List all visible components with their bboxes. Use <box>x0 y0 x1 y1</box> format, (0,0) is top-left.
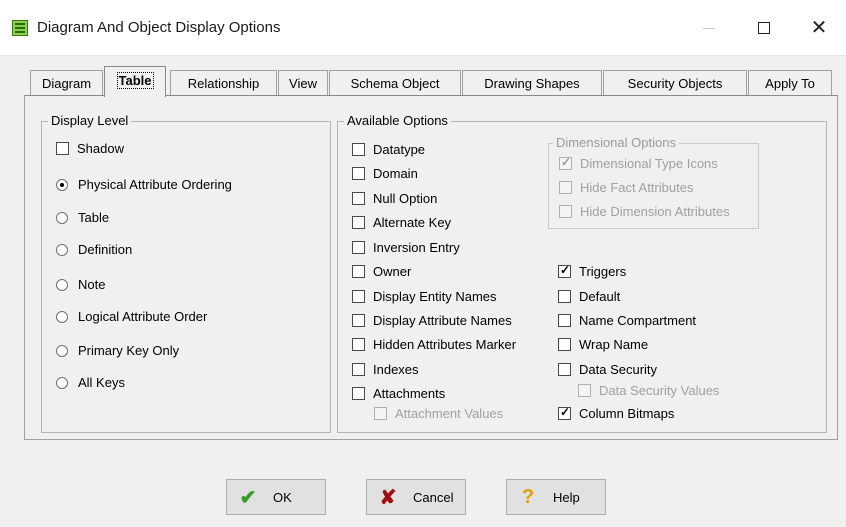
domain-checkbox[interactable]: Domain <box>352 166 418 181</box>
shadow-checkbox[interactable]: Shadow <box>56 141 124 156</box>
alternate-key-checkbox[interactable]: Alternate Key <box>352 215 451 230</box>
indexes-checkbox[interactable]: Indexes <box>352 362 419 377</box>
check-icon: ✔ <box>239 486 257 509</box>
attachment-values-checkbox[interactable]: Attachment Values <box>374 406 503 421</box>
radio-dot <box>56 310 68 323</box>
hide-fact-attributes-checkbox[interactable]: Hide Fact Attributes <box>559 180 693 195</box>
dimensional-options-group: Dimensional Options Dimensional Type Ico… <box>548 135 759 229</box>
display-attribute-names-checkbox[interactable]: Display Attribute Names <box>352 313 512 328</box>
radio-dot <box>56 376 68 389</box>
data-security-values-checkbox[interactable]: Data Security Values <box>578 383 719 398</box>
tab-diagram[interactable]: Diagram <box>30 70 103 96</box>
hide-dimension-attributes-checkbox[interactable]: Hide Dimension Attributes <box>559 204 730 219</box>
attachments-checkbox[interactable]: Attachments <box>352 386 445 401</box>
maximize-icon <box>758 22 770 34</box>
radio-dot <box>56 278 68 291</box>
default-checkbox[interactable]: Default <box>558 289 620 304</box>
display-level-group: Display Level Shadow Physical Attribute … <box>41 113 331 433</box>
checkbox-box <box>56 142 69 155</box>
tab-strip: Diagram Table Relationship View Schema O… <box>30 66 838 97</box>
display-entity-names-checkbox[interactable]: Display Entity Names <box>352 289 497 304</box>
help-button[interactable]: ? Help <box>506 479 606 515</box>
available-options-group: Available Options Datatype Domain Null O… <box>337 113 827 433</box>
window-title: Diagram And Object Display Options <box>37 19 281 36</box>
wrap-name-checkbox[interactable]: Wrap Name <box>558 337 648 352</box>
radio-logical-attribute-order[interactable]: Logical Attribute Order <box>56 309 207 324</box>
name-compartment-checkbox[interactable]: Name Compartment <box>558 313 696 328</box>
title-bar: Diagram And Object Display Options ✕ <box>0 0 846 56</box>
dimensional-type-icons-checkbox[interactable]: Dimensional Type Icons <box>559 155 718 171</box>
radio-table[interactable]: Table <box>56 210 109 225</box>
maximize-button[interactable] <box>741 8 787 48</box>
radio-dot <box>56 243 68 256</box>
tab-security-objects[interactable]: Security Objects <box>603 70 747 96</box>
radio-note[interactable]: Note <box>56 277 105 292</box>
inversion-entry-checkbox[interactable]: Inversion Entry <box>352 240 460 255</box>
radio-physical-attribute-ordering[interactable]: Physical Attribute Ordering <box>56 177 232 192</box>
data-security-checkbox[interactable]: Data Security <box>558 362 657 377</box>
question-icon: ? <box>521 485 535 508</box>
minimize-button[interactable] <box>686 8 732 48</box>
tab-relationship[interactable]: Relationship <box>170 70 277 96</box>
close-icon: ✕ <box>810 17 828 39</box>
datatype-checkbox[interactable]: Datatype <box>352 142 425 157</box>
radio-dot <box>56 178 68 191</box>
tab-schema-object[interactable]: Schema Object <box>329 70 461 96</box>
available-options-legend: Available Options <box>344 113 451 128</box>
column-bitmaps-checkbox[interactable]: Column Bitmaps <box>558 405 674 421</box>
tab-table[interactable]: Table <box>104 66 166 97</box>
app-icon <box>12 20 28 36</box>
triggers-checkbox[interactable]: Triggers <box>558 263 626 279</box>
radio-definition[interactable]: Definition <box>56 242 132 257</box>
tab-apply-to[interactable]: Apply To <box>748 70 832 96</box>
tab-drawing-shapes[interactable]: Drawing Shapes <box>462 70 602 96</box>
cancel-button[interactable]: ✘ Cancel <box>366 479 466 515</box>
close-button[interactable]: ✕ <box>796 8 842 48</box>
radio-dot <box>56 344 68 357</box>
cross-icon: ✘ <box>379 486 397 509</box>
null-option-checkbox[interactable]: Null Option <box>352 191 437 206</box>
radio-dot <box>56 211 68 224</box>
display-level-legend: Display Level <box>48 113 132 128</box>
tab-panel: Display Level Shadow Physical Attribute … <box>24 95 838 440</box>
tab-view[interactable]: View <box>278 70 328 96</box>
radio-primary-key-only[interactable]: Primary Key Only <box>56 343 179 358</box>
ok-button[interactable]: ✔ OK <box>226 479 326 515</box>
dimensional-options-legend: Dimensional Options <box>553 135 679 150</box>
owner-checkbox[interactable]: Owner <box>352 264 411 279</box>
radio-all-keys[interactable]: All Keys <box>56 375 125 390</box>
hidden-attributes-marker-checkbox[interactable]: Hidden Attributes Marker <box>352 337 516 352</box>
minimize-icon <box>703 27 715 29</box>
